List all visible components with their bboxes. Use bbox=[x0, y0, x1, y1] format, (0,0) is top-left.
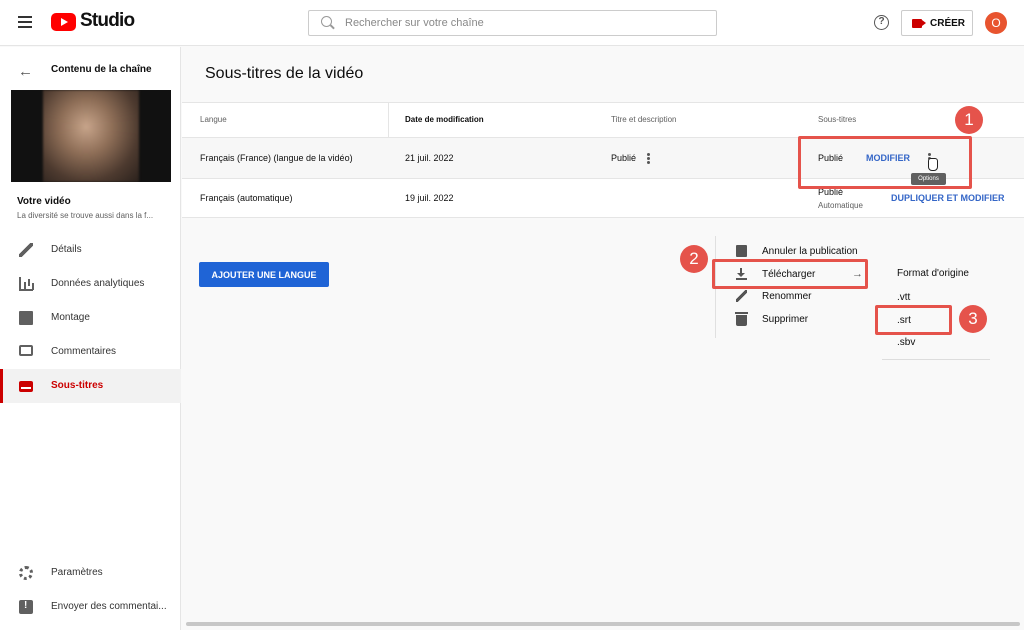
create-button-label: CRÉER bbox=[930, 18, 966, 29]
format-vtt-option[interactable]: .vtt bbox=[897, 292, 910, 303]
column-header-date[interactable]: Date de modification bbox=[405, 115, 484, 124]
sidebar-item-settings[interactable]: Paramètres bbox=[0, 556, 181, 590]
column-header-language: Langue bbox=[200, 115, 227, 124]
page-title: Sous-titres de la vidéo bbox=[205, 65, 364, 82]
sidebar-item-label: Sous-titres bbox=[51, 380, 104, 391]
column-divider bbox=[388, 103, 389, 137]
sidebar-item-comments[interactable]: Commentaires bbox=[0, 335, 181, 369]
gear-icon bbox=[19, 566, 33, 580]
sidebar-item-label: Détails bbox=[51, 244, 82, 255]
sidebar-item-label: Paramètres bbox=[51, 567, 103, 578]
title-options-kebab-icon[interactable] bbox=[647, 153, 650, 164]
highlight-box-1 bbox=[798, 136, 972, 189]
analytics-icon bbox=[19, 277, 33, 291]
search-icon bbox=[321, 16, 332, 27]
sidebar-item-analytics[interactable]: Données analytiques bbox=[0, 267, 181, 301]
column-header-subtitles: Sous-titres bbox=[818, 115, 857, 124]
add-language-button[interactable]: AJOUTER UNE LANGUE bbox=[199, 262, 329, 287]
search-box[interactable] bbox=[308, 10, 717, 36]
sidebar-item-subtitles[interactable]: Sous-titres bbox=[0, 369, 181, 403]
top-bar: Studio ? CRÉER O bbox=[0, 0, 1024, 46]
channel-content-link[interactable]: Contenu de la chaîne bbox=[51, 64, 152, 75]
search-input[interactable] bbox=[345, 11, 705, 35]
sidebar: ← Contenu de la chaîne Votre vidéo La di… bbox=[0, 47, 181, 630]
highlight-box-3 bbox=[875, 305, 952, 335]
date-cell: 19 juil. 2022 bbox=[405, 193, 454, 203]
menu-item-label: Renommer bbox=[762, 291, 812, 302]
video-description: La diversité se trouve aussi dans la f..… bbox=[17, 211, 154, 220]
back-arrow-icon[interactable]: ← bbox=[18, 63, 33, 80]
video-thumbnail[interactable] bbox=[11, 90, 171, 182]
language-cell: Français (automatique) bbox=[200, 193, 293, 203]
menu-icon[interactable] bbox=[18, 16, 32, 28]
title-status-cell: Publié bbox=[611, 153, 637, 163]
sidebar-item-label: Montage bbox=[51, 312, 90, 323]
pencil-icon bbox=[736, 290, 747, 302]
menu-item-label: Annuler la publication bbox=[762, 246, 858, 257]
sidebar-item-details[interactable]: Détails bbox=[0, 233, 181, 267]
pencil-icon bbox=[19, 243, 33, 257]
horizontal-scrollbar[interactable] bbox=[186, 622, 1020, 626]
sidebar-item-feedback[interactable]: Envoyer des commentai... bbox=[0, 590, 181, 624]
step-badge-1: 1 bbox=[955, 106, 983, 134]
video-camera-icon bbox=[912, 19, 926, 28]
sidebar-item-editor[interactable]: Montage bbox=[0, 301, 181, 335]
trash-icon bbox=[735, 312, 748, 326]
duplicate-and-modify-button[interactable]: DUPLIQUER ET MODIFIER bbox=[891, 193, 1005, 203]
date-cell: 21 juil. 2022 bbox=[405, 153, 454, 163]
sidebar-item-label: Envoyer des commentai... bbox=[51, 601, 167, 612]
step-badge-2: 2 bbox=[680, 245, 708, 273]
sidebar-item-label: Commentaires bbox=[51, 346, 117, 357]
help-icon[interactable]: ? bbox=[874, 15, 889, 30]
format-original-option[interactable]: Format d'origine bbox=[897, 268, 969, 279]
language-cell: Français (France) (langue de la vidéo) bbox=[200, 153, 353, 163]
menu-item-delete[interactable]: Supprimer bbox=[716, 308, 871, 331]
sidebar-item-label: Données analytiques bbox=[51, 278, 145, 289]
your-video-heading: Votre vidéo bbox=[17, 196, 71, 207]
archive-icon bbox=[736, 245, 747, 257]
highlight-box-2 bbox=[712, 259, 868, 289]
subtitles-icon bbox=[19, 381, 33, 392]
automatic-label: Automatique bbox=[818, 201, 863, 210]
step-badge-3: 3 bbox=[959, 305, 987, 333]
feedback-icon bbox=[19, 600, 33, 614]
avatar[interactable]: O bbox=[985, 12, 1007, 34]
youtube-logo-icon[interactable] bbox=[51, 13, 76, 31]
format-sbv-option[interactable]: .sbv bbox=[897, 337, 915, 348]
studio-logo-text[interactable]: Studio bbox=[80, 10, 135, 32]
menu-item-label: Supprimer bbox=[762, 314, 809, 325]
comments-icon bbox=[19, 345, 33, 356]
create-button[interactable]: CRÉER bbox=[901, 10, 973, 36]
column-header-title-description: Titre et description bbox=[611, 115, 677, 124]
editor-icon bbox=[19, 311, 33, 325]
